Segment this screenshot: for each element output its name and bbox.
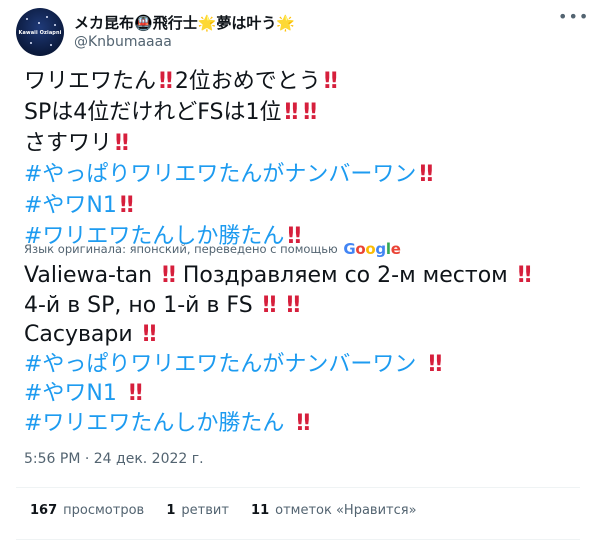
translation-note-text: Язык оригинала: японский, переведено с п… [24,242,338,256]
text-line: #ワリエワたんしか勝たん ‼ [24,409,534,439]
text-line: #やっぱりワリエワたんがナンバーワン ‼ [24,350,534,380]
text-segment: Сасувари [24,322,133,347]
hashtag-link[interactable]: #ワリエワたんしか勝たん [24,411,284,436]
double-exclamation-icon: ‼ [296,410,310,436]
divider [16,487,580,488]
likes-stat[interactable]: 11 отметок «Нравится» [251,503,417,518]
author-display-name[interactable]: メカ昆布🚇飛行士🌟夢は叶う🌟 [74,12,295,33]
text-line: 4-й в SP, но 1-й в FS ‼ ‼ [24,291,534,321]
views-count: 167 [30,503,58,518]
likes-label: отметок «Нравится» [275,503,417,518]
text-segment: さすワリ [24,131,113,156]
text-line: #やワN1 ‼ [24,190,435,221]
text-line: SPは4位だけれどFSは1位 ‼ ‼ [24,97,435,128]
hashtag-link[interactable]: #やっぱりワリエワたんがナンバーワン [24,352,416,377]
tweet-header: Kawaii Oziapni メカ昆布🚇飛行士🌟夢は叶う🌟 @Knbumaaaa… [16,8,588,56]
more-options-icon[interactable]: ••• [558,9,588,28]
text-segment: Valiewa-tan [24,263,153,288]
hashtag-link[interactable]: #やっぱりワリエワたんがナンバーワン [24,162,416,187]
text-line: #やワN1 ‼ [24,379,534,409]
text-line: Valiewa-tan ‼ Поздравляем со 2-м местом ‼ [24,261,534,291]
retweets-stat[interactable]: 1 ретвит [166,503,229,518]
avatar-label: Kawaii Oziapni [18,30,62,36]
double-exclamation-icon: ‼ [419,162,433,187]
double-exclamation-icon: ‼ [323,69,338,94]
text-line: #やっぱりワリエワたんがナンバーワン ‼ [24,159,435,190]
display-name-part-3: 夢は叶う [216,14,277,32]
double-exclamation-icon: ‼ [115,131,129,156]
author-handle[interactable]: @Knbumaaaa [74,34,172,50]
retweets-count: 1 [166,503,176,518]
text-segment: 2位おめでとう [174,69,321,94]
display-name-part-1: メカ昆布 [74,14,135,32]
double-exclamation-icon: ‼ [286,292,300,318]
text-line: Сасувари ‼ [24,320,534,350]
retweets-label: ретвит [181,503,229,518]
hashtag-link[interactable]: #やワN1 [24,193,117,218]
double-exclamation-icon: ‼ [262,292,277,318]
avatar[interactable]: Kawaii Oziapni [16,8,64,56]
double-exclamation-icon: ‼ [142,322,157,347]
tweet-text-translated: Valiewa-tan ‼ Поздравляем со 2-м местом ‼ 4… [24,261,534,438]
tweet-stats: 167 просмотров 1 ретвит 11 отметок «Нравитс… [30,503,435,518]
double-exclamation-icon: ‼ [517,263,532,288]
train-icon: 🚇 [134,14,153,32]
likes-count: 11 [251,503,270,518]
double-exclamation-icon: ‼ [428,351,442,377]
double-exclamation-icon: ‼ [284,100,298,125]
display-name-part-2: 飛行士 [152,14,198,32]
text-segment: SPは4位だけれどFSは1位 [24,100,282,125]
text-line: さすワリ ‼ [24,128,435,159]
views-stat[interactable]: 167 просмотров [30,503,144,518]
double-exclamation-icon: ‼ [303,100,317,125]
translation-attribution[interactable]: Язык оригинала: японский, переведено с п… [24,240,401,258]
double-exclamation-icon: ‼ [162,263,176,288]
star-icon: 🌟 [197,14,217,32]
text-segment: ワリエワたん [24,69,157,94]
text-line: ワリエワたん ‼ 2位おめでとう ‼ [24,66,435,97]
tweet-text-original: ワリエワたん ‼ 2位おめでとう ‼ SPは4位だけれどFSは1位 ‼ ‼ さすワリ ‼ #… [24,66,435,252]
double-exclamation-icon: ‼ [159,69,173,94]
double-exclamation-icon: ‼ [119,193,134,218]
views-label: просмотров [63,503,145,518]
hashtag-link[interactable]: #やワN1 [24,381,117,406]
text-segment: 4-й в SP, но 1-й в FS [24,292,253,318]
tweet-timestamp[interactable]: 5:56 PM · 24 дек. 2022 г. [24,451,204,467]
google-logo: Google [343,240,401,258]
double-exclamation-icon: ‼ [128,381,143,406]
star-icon: 🌟 [276,14,296,32]
text-segment: Поздравляем со 2-м местом [182,263,508,288]
